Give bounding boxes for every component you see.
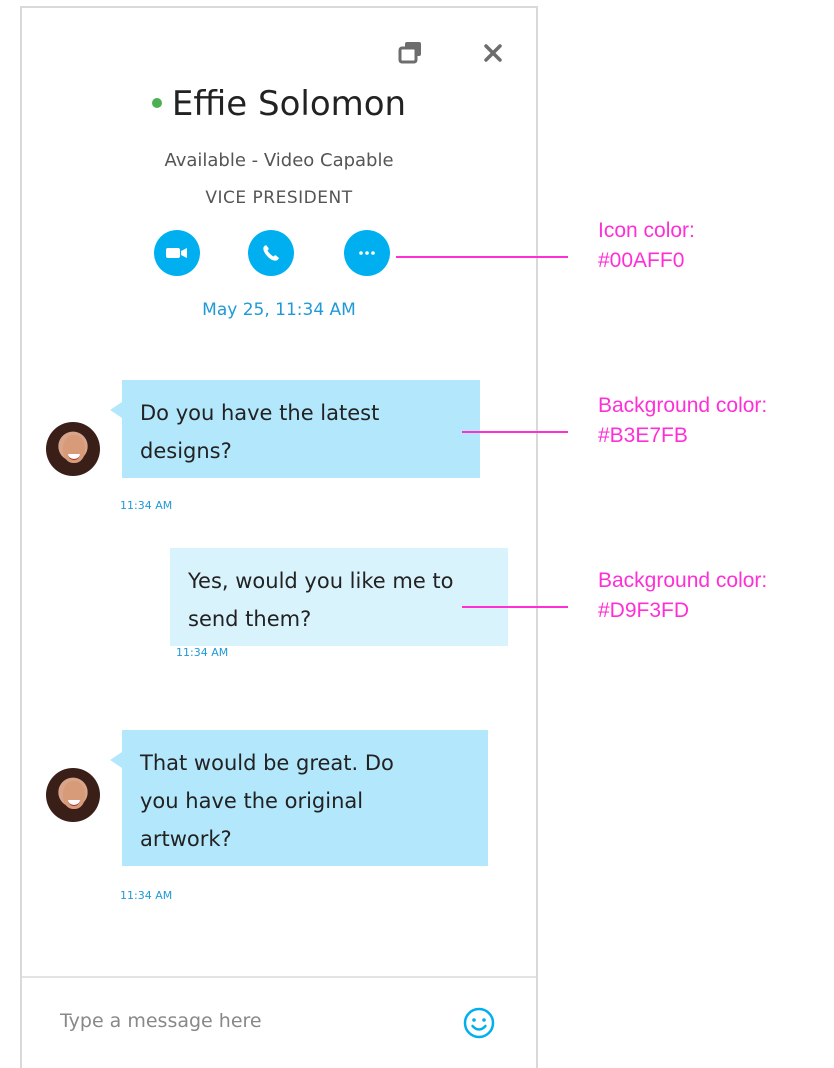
message-bubble-outgoing: Yes, would you like me to send them? [170,548,508,646]
avatar[interactable] [46,422,100,476]
annotation-label: Background color: #D9F3FD [598,566,767,626]
popout-button[interactable] [396,38,426,68]
more-options-icon [359,251,375,255]
close-button[interactable] [478,38,508,68]
emoji-button[interactable] [462,1006,496,1040]
annotation-title: Background color: [598,394,768,417]
presence-indicator [151,97,162,108]
message-bubble-incoming: Do you have the latest designs? [110,380,480,478]
annotation-value: #D9F3FD [598,599,690,622]
message-timestamp: 11:34 AM [120,499,173,512]
message-line: That would be great. Do [140,751,394,775]
video-call-button[interactable] [154,230,200,276]
message-input[interactable] [58,1000,442,1042]
annotation-pointer [396,256,568,258]
contact-name-row: Effie Solomon [22,84,536,124]
message-composer [22,976,536,1068]
phone-call-icon [263,245,279,261]
annotation-value: #00AFF0 [598,249,685,272]
contact-title: VICE PRESIDENT [205,188,353,208]
annotation-label: Background color: #B3E7FB [598,391,767,451]
conversation-date: May 25, 11:34 AM [202,300,356,320]
video-call-icon [166,248,187,258]
message-line: designs? [140,439,232,463]
message-bubble-incoming: That would be great. Do you have the ori… [110,730,488,866]
annotation-value: #B3E7FB [598,424,688,447]
more-options-button[interactable] [344,230,390,276]
message-timestamp: 11:34 AM [120,889,173,902]
audio-call-button[interactable] [248,230,294,276]
message-line: Yes, would you like me to [188,569,454,593]
annotation-pointer [462,606,568,608]
emoji-icon [463,1007,495,1039]
avatar[interactable] [46,768,100,822]
annotation-label: Icon color: #00AFF0 [598,216,695,276]
message-line: send them? [188,607,312,631]
message-line: Do you have the latest [140,401,380,425]
message-line: you have the original [140,789,364,813]
close-icon [484,44,502,62]
contact-status: Available - Video Capable [164,150,394,171]
message-line: artwork? [140,827,232,851]
message-timestamp: 11:34 AM [176,646,229,659]
chat-window: Effie Solomon Available - Video Capable … [20,6,538,1068]
annotation-title: Icon color: [598,219,695,242]
contact-name: Effie Solomon [171,84,407,124]
annotation-pointer [462,431,568,433]
annotation-title: Background color: [598,569,768,592]
popout-icon [398,42,421,64]
